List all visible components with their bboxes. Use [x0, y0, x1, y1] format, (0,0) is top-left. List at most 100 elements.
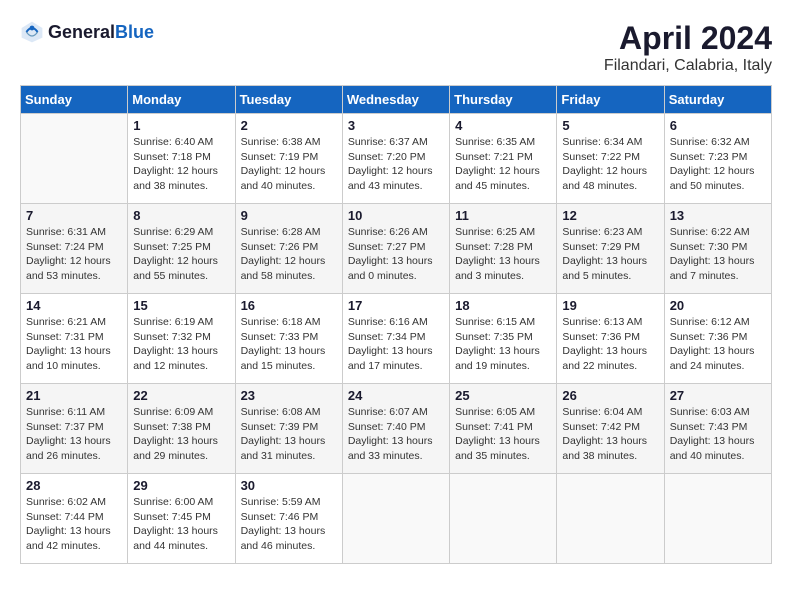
day-info: Sunrise: 6:19 AM Sunset: 7:32 PM Dayligh…	[133, 315, 229, 374]
title-section: April 2024 Filandari, Calabria, Italy	[604, 20, 772, 75]
calendar-cell: 18 Sunrise: 6:15 AM Sunset: 7:35 PM Dayli…	[450, 294, 557, 384]
calendar-table: SundayMondayTuesdayWednesdayThursdayFrid…	[20, 85, 772, 564]
calendar-cell	[664, 474, 771, 564]
calendar-week-row: 7 Sunrise: 6:31 AM Sunset: 7:24 PM Daylig…	[21, 204, 772, 294]
day-info: Sunrise: 5:59 AM Sunset: 7:46 PM Dayligh…	[241, 495, 337, 554]
day-number: 12	[562, 208, 658, 223]
day-info: Sunrise: 6:34 AM Sunset: 7:22 PM Dayligh…	[562, 135, 658, 194]
day-number: 16	[241, 298, 337, 313]
day-of-week-header: Thursday	[450, 86, 557, 114]
day-number: 18	[455, 298, 551, 313]
calendar-cell: 4 Sunrise: 6:35 AM Sunset: 7:21 PM Daylig…	[450, 114, 557, 204]
logo-blue: Blue	[115, 22, 154, 42]
calendar-week-row: 21Sunrise: 6:11 AM Sunset: 7:37 PM Dayli…	[21, 384, 772, 474]
day-number: 17	[348, 298, 444, 313]
day-number: 27	[670, 388, 766, 403]
day-number: 4	[455, 118, 551, 133]
calendar-week-row: 14 Sunrise: 6:21 AM Sunset: 7:31 PM Dayli…	[21, 294, 772, 384]
day-number: 14	[26, 298, 122, 313]
calendar-cell: 20Sunrise: 6:12 AM Sunset: 7:36 PM Dayli…	[664, 294, 771, 384]
day-number: 24	[348, 388, 444, 403]
calendar-cell: 24 Sunrise: 6:07 AM Sunset: 7:40 PM Dayli…	[342, 384, 449, 474]
calendar-cell: 2Sunrise: 6:38 AM Sunset: 7:19 PM Daylig…	[235, 114, 342, 204]
calendar-cell: 11 Sunrise: 6:25 AM Sunset: 7:28 PM Dayli…	[450, 204, 557, 294]
calendar-cell: 29 Sunrise: 6:00 AM Sunset: 7:45 PM Dayli…	[128, 474, 235, 564]
day-info: Sunrise: 6:08 AM Sunset: 7:39 PM Dayligh…	[241, 405, 337, 464]
calendar-cell: 22 Sunrise: 6:09 AM Sunset: 7:38 PM Dayli…	[128, 384, 235, 474]
calendar-cell: 25 Sunrise: 6:05 AM Sunset: 7:41 PM Dayli…	[450, 384, 557, 474]
day-number: 15	[133, 298, 229, 313]
calendar-cell	[342, 474, 449, 564]
calendar-header-row: SundayMondayTuesdayWednesdayThursdayFrid…	[21, 86, 772, 114]
day-info: Sunrise: 6:25 AM Sunset: 7:28 PM Dayligh…	[455, 225, 551, 284]
calendar-cell: 17 Sunrise: 6:16 AM Sunset: 7:34 PM Dayli…	[342, 294, 449, 384]
day-of-week-header: Wednesday	[342, 86, 449, 114]
calendar-cell: 30 Sunrise: 5:59 AM Sunset: 7:46 PM Dayli…	[235, 474, 342, 564]
day-info: Sunrise: 6:05 AM Sunset: 7:41 PM Dayligh…	[455, 405, 551, 464]
day-number: 29	[133, 478, 229, 493]
day-info: Sunrise: 6:37 AM Sunset: 7:20 PM Dayligh…	[348, 135, 444, 194]
day-info: Sunrise: 6:40 AM Sunset: 7:18 PM Dayligh…	[133, 135, 229, 194]
calendar-cell	[21, 114, 128, 204]
day-number: 21	[26, 388, 122, 403]
day-number: 19	[562, 298, 658, 313]
day-info: Sunrise: 6:07 AM Sunset: 7:40 PM Dayligh…	[348, 405, 444, 464]
day-info: Sunrise: 6:16 AM Sunset: 7:34 PM Dayligh…	[348, 315, 444, 374]
calendar-cell: 13Sunrise: 6:22 AM Sunset: 7:30 PM Dayli…	[664, 204, 771, 294]
day-of-week-header: Tuesday	[235, 86, 342, 114]
calendar-cell: 7 Sunrise: 6:31 AM Sunset: 7:24 PM Daylig…	[21, 204, 128, 294]
calendar-cell: 5Sunrise: 6:34 AM Sunset: 7:22 PM Daylig…	[557, 114, 664, 204]
page-header: GeneralBlue April 2024 Filandari, Calabr…	[20, 20, 772, 75]
day-info: Sunrise: 6:23 AM Sunset: 7:29 PM Dayligh…	[562, 225, 658, 284]
day-info: Sunrise: 6:04 AM Sunset: 7:42 PM Dayligh…	[562, 405, 658, 464]
logo-icon	[20, 20, 44, 44]
calendar-cell: 19 Sunrise: 6:13 AM Sunset: 7:36 PM Dayli…	[557, 294, 664, 384]
day-number: 11	[455, 208, 551, 223]
calendar-cell: 1Sunrise: 6:40 AM Sunset: 7:18 PM Daylig…	[128, 114, 235, 204]
day-number: 26	[562, 388, 658, 403]
day-number: 9	[241, 208, 337, 223]
day-of-week-header: Saturday	[664, 86, 771, 114]
day-info: Sunrise: 6:09 AM Sunset: 7:38 PM Dayligh…	[133, 405, 229, 464]
day-number: 25	[455, 388, 551, 403]
day-number: 28	[26, 478, 122, 493]
calendar-cell: 14 Sunrise: 6:21 AM Sunset: 7:31 PM Dayli…	[21, 294, 128, 384]
logo-text: GeneralBlue	[48, 22, 154, 43]
day-number: 22	[133, 388, 229, 403]
day-info: Sunrise: 6:15 AM Sunset: 7:35 PM Dayligh…	[455, 315, 551, 374]
day-info: Sunrise: 6:31 AM Sunset: 7:24 PM Dayligh…	[26, 225, 122, 284]
calendar-week-row: 1Sunrise: 6:40 AM Sunset: 7:18 PM Daylig…	[21, 114, 772, 204]
calendar-cell	[450, 474, 557, 564]
day-number: 7	[26, 208, 122, 223]
location: Filandari, Calabria, Italy	[604, 57, 772, 75]
day-number: 30	[241, 478, 337, 493]
day-number: 6	[670, 118, 766, 133]
calendar-cell: 3Sunrise: 6:37 AM Sunset: 7:20 PM Daylig…	[342, 114, 449, 204]
day-of-week-header: Friday	[557, 86, 664, 114]
month-title: April 2024	[604, 20, 772, 57]
day-info: Sunrise: 6:18 AM Sunset: 7:33 PM Dayligh…	[241, 315, 337, 374]
day-info: Sunrise: 6:32 AM Sunset: 7:23 PM Dayligh…	[670, 135, 766, 194]
logo-general: General	[48, 22, 115, 42]
day-number: 2	[241, 118, 337, 133]
day-info: Sunrise: 6:35 AM Sunset: 7:21 PM Dayligh…	[455, 135, 551, 194]
calendar-cell: 28 Sunrise: 6:02 AM Sunset: 7:44 PM Dayli…	[21, 474, 128, 564]
calendar-week-row: 28 Sunrise: 6:02 AM Sunset: 7:44 PM Dayli…	[21, 474, 772, 564]
day-info: Sunrise: 6:13 AM Sunset: 7:36 PM Dayligh…	[562, 315, 658, 374]
logo: GeneralBlue	[20, 20, 154, 44]
day-info: Sunrise: 6:00 AM Sunset: 7:45 PM Dayligh…	[133, 495, 229, 554]
day-info: Sunrise: 6:22 AM Sunset: 7:30 PM Dayligh…	[670, 225, 766, 284]
day-of-week-header: Monday	[128, 86, 235, 114]
calendar-cell: 12 Sunrise: 6:23 AM Sunset: 7:29 PM Dayli…	[557, 204, 664, 294]
day-info: Sunrise: 6:02 AM Sunset: 7:44 PM Dayligh…	[26, 495, 122, 554]
day-info: Sunrise: 6:03 AM Sunset: 7:43 PM Dayligh…	[670, 405, 766, 464]
day-info: Sunrise: 6:21 AM Sunset: 7:31 PM Dayligh…	[26, 315, 122, 374]
calendar-cell: 9 Sunrise: 6:28 AM Sunset: 7:26 PM Daylig…	[235, 204, 342, 294]
day-info: Sunrise: 6:28 AM Sunset: 7:26 PM Dayligh…	[241, 225, 337, 284]
calendar-cell: 8Sunrise: 6:29 AM Sunset: 7:25 PM Daylig…	[128, 204, 235, 294]
day-info: Sunrise: 6:12 AM Sunset: 7:36 PM Dayligh…	[670, 315, 766, 374]
calendar-cell	[557, 474, 664, 564]
calendar-cell: 10Sunrise: 6:26 AM Sunset: 7:27 PM Dayli…	[342, 204, 449, 294]
day-number: 23	[241, 388, 337, 403]
calendar-cell: 26 Sunrise: 6:04 AM Sunset: 7:42 PM Dayli…	[557, 384, 664, 474]
